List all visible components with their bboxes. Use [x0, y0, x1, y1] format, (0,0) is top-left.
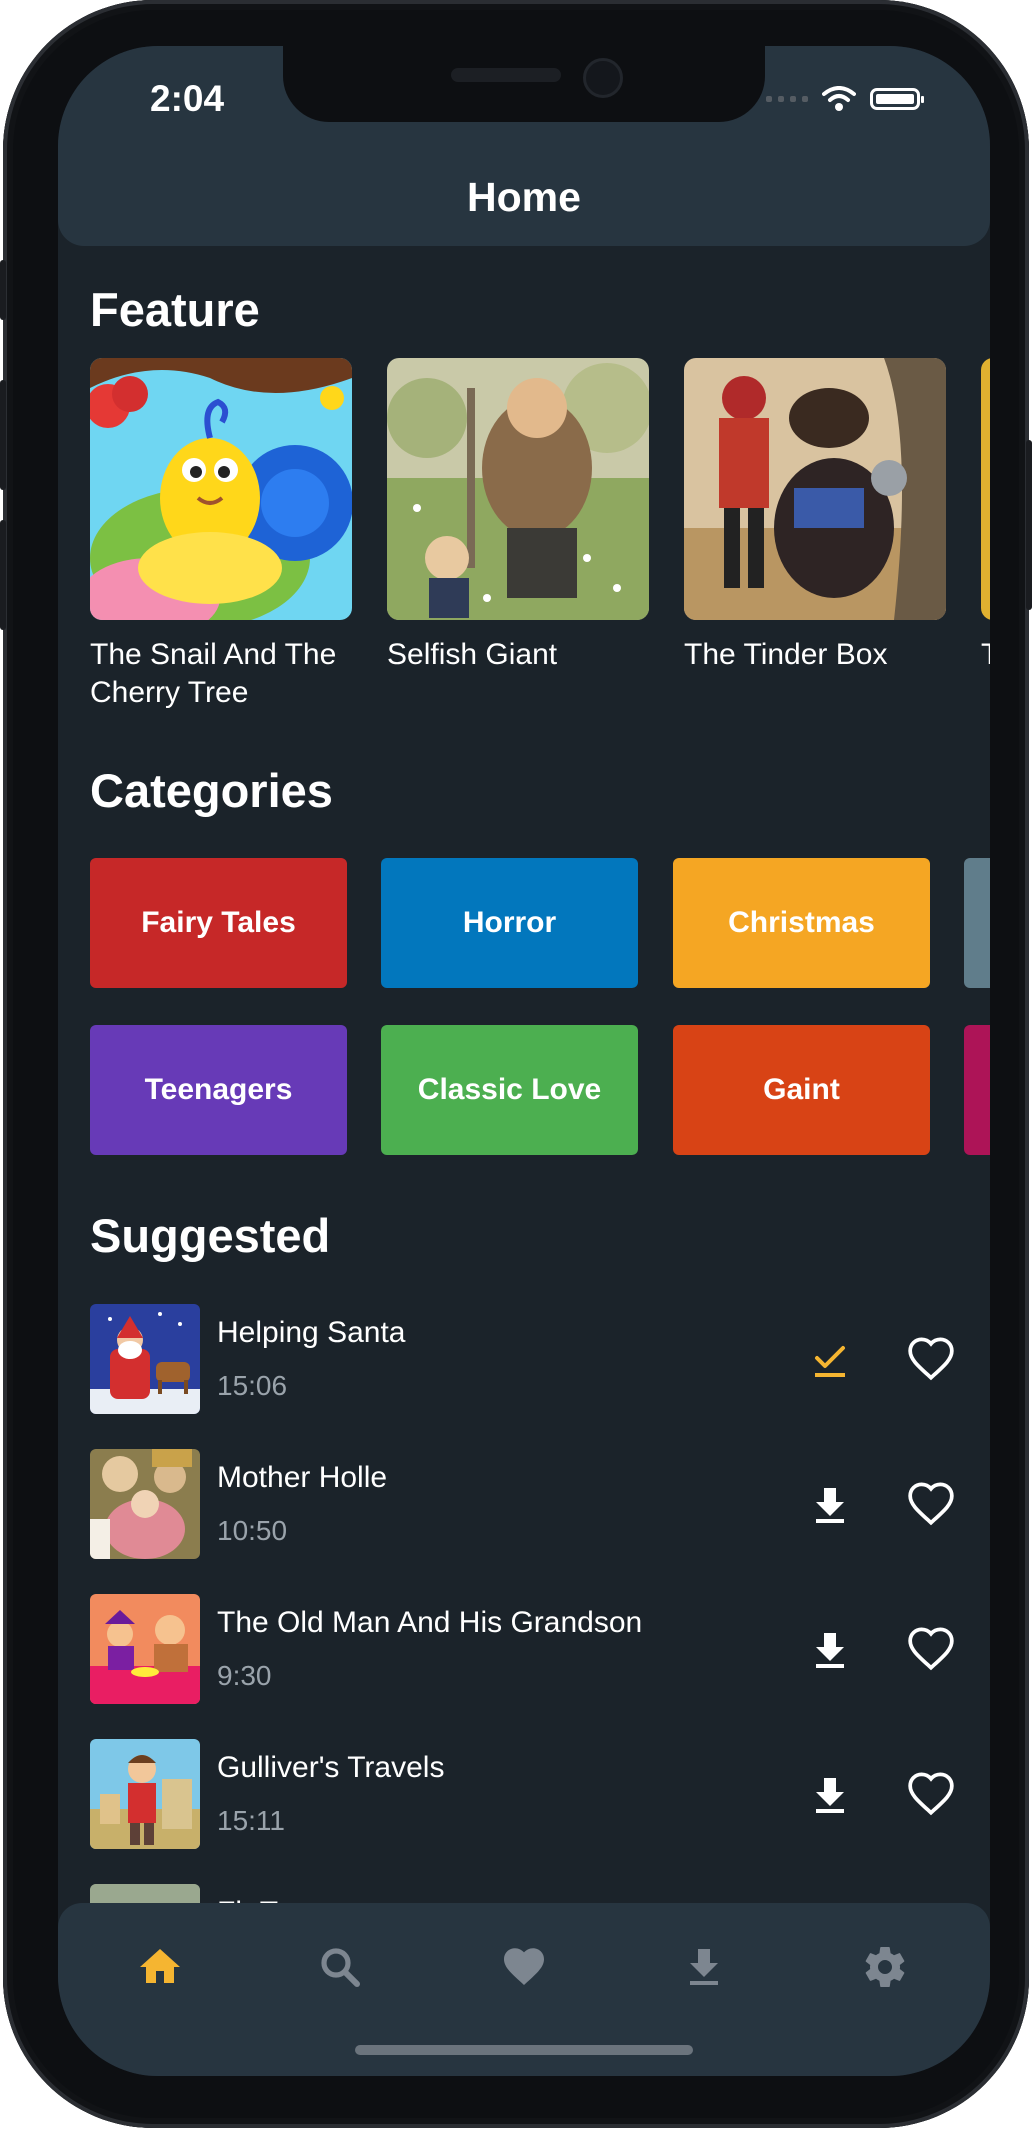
app-screen: 2:04 Home Feature The Snail And The Cher…: [58, 46, 990, 2076]
gear-icon[interactable]: [861, 1943, 909, 1991]
list-item[interactable]: Mother Holle 10:50: [90, 1449, 970, 1559]
category-partial[interactable]: [964, 858, 990, 988]
volume-down-button: [0, 520, 6, 630]
favorite-outline-icon[interactable]: [906, 1624, 956, 1674]
favorite-outline-icon[interactable]: [906, 1479, 956, 1529]
mute-switch: [0, 260, 6, 320]
heart-icon[interactable]: [500, 1943, 548, 1991]
downloaded-check-icon[interactable]: [808, 1337, 852, 1381]
download-icon[interactable]: [808, 1772, 852, 1816]
search-icon[interactable]: [316, 1943, 364, 1991]
category-horror[interactable]: Horror: [381, 858, 638, 988]
story-thumbnail: [90, 1594, 200, 1704]
category-fairy-tales[interactable]: Fairy Tales: [90, 858, 347, 988]
category-gaint[interactable]: Gaint: [673, 1025, 930, 1155]
favorite-outline-icon[interactable]: [906, 1334, 956, 1384]
home-icon[interactable]: [136, 1943, 184, 1991]
list-item[interactable]: The Old Man And His Grandson 9:30: [90, 1594, 970, 1704]
category-partial[interactable]: [964, 1025, 990, 1155]
category-teenagers[interactable]: Teenagers: [90, 1025, 347, 1155]
download-icon[interactable]: [808, 1627, 852, 1671]
phone-frame: 2:04 Home Feature The Snail And The Cher…: [0, 0, 1032, 2128]
story-thumbnail: [90, 1304, 200, 1414]
story-title: The Old Man And His Grandson: [217, 1606, 643, 1639]
story-thumbnail: [90, 1739, 200, 1849]
bottom-navigation: [58, 1903, 990, 2076]
suggested-heading: Suggested: [90, 1209, 331, 1262]
power-button: [1026, 440, 1032, 610]
story-title: Gulliver's Travels: [217, 1751, 445, 1784]
volume-up-button: [0, 380, 6, 490]
list-item[interactable]: Helping Santa 15:06: [90, 1304, 970, 1414]
story-duration: 15:06: [217, 1370, 288, 1401]
story-duration: 10:50: [217, 1515, 288, 1546]
story-duration: 15:11: [217, 1805, 285, 1836]
story-title: Helping Santa: [217, 1316, 406, 1349]
story-duration: 9:30: [217, 1660, 272, 1691]
story-title: Mother Holle: [217, 1461, 388, 1494]
list-item[interactable]: Gulliver's Travels 15:11: [90, 1739, 970, 1849]
download-icon[interactable]: [808, 1482, 852, 1526]
category-christmas[interactable]: Christmas: [673, 858, 930, 988]
download-icon[interactable]: [680, 1943, 728, 1991]
favorite-outline-icon[interactable]: [906, 1769, 956, 1819]
home-indicator: [355, 2045, 693, 2055]
story-thumbnail: [90, 1449, 200, 1559]
category-classic-love[interactable]: Classic Love: [381, 1025, 638, 1155]
